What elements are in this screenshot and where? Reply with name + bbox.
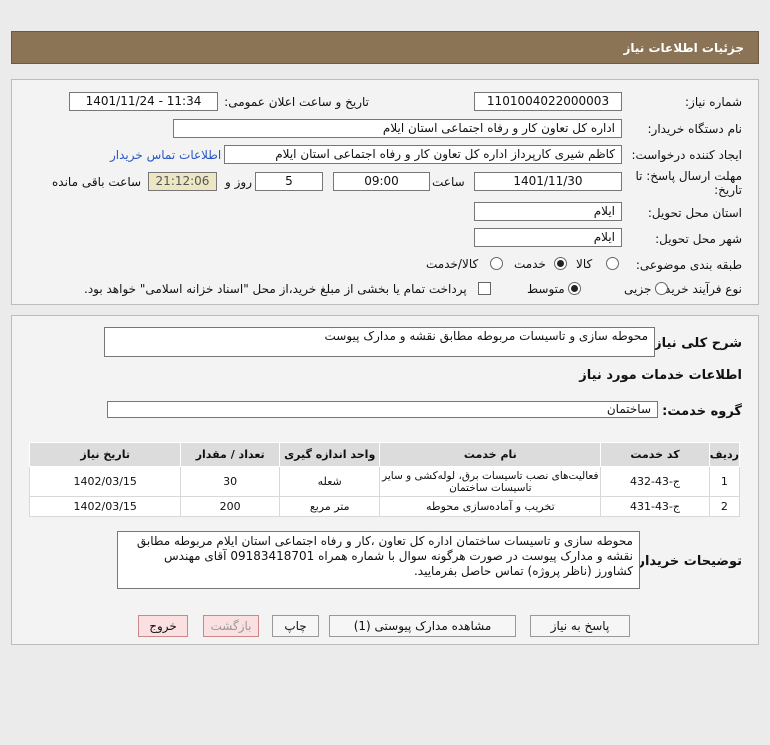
buyer-notes-field: محوطه سازی و تاسیسات ساختمان اداره کل تع… xyxy=(117,531,640,589)
col-need-date: تاریخ نیاز xyxy=(28,442,182,467)
services-section-title: اطلاعات خدمات مورد نیاز xyxy=(579,368,742,383)
buyer-org-label: نام دستگاه خریدار: xyxy=(647,122,743,136)
page-header: جزئیات اطلاعات نیاز xyxy=(11,31,759,64)
col-unit: واحد اندازه گیری xyxy=(278,442,381,467)
col-service-name: نام خدمت xyxy=(379,442,602,467)
summary-field: محوطه سازی و تاسیسات مربوطه مطابق نقشه و… xyxy=(104,327,655,357)
col-row-number: ردیف xyxy=(708,442,741,467)
requester-field: کاظم شیری کارپرداز اداره کل تعاون کار و … xyxy=(224,145,622,164)
category-goods-service-radio[interactable] xyxy=(490,257,503,270)
summary-label: شرح کلی نیاز: xyxy=(648,336,742,351)
category-service-label: خدمت xyxy=(514,257,546,271)
cell-quantity: 30 xyxy=(180,466,280,497)
contact-buyer-link[interactable]: اطلاعات تماس خریدار xyxy=(110,148,221,162)
table-row: 2 ج-43-431 تخریب و آماده‌سازی محوطه متر … xyxy=(28,496,741,517)
buyer-notes-label: توضیحات خریدار: xyxy=(632,554,742,569)
cell-service-name: تخریب و آماده‌سازی محوطه xyxy=(379,496,602,517)
col-quantity: تعداد / مقدار xyxy=(180,442,280,467)
need-number-label: شماره نیاز: xyxy=(685,95,742,109)
deadline-label-date: تاریخ: xyxy=(714,183,742,197)
deadline-date-field: 1401/11/30 xyxy=(474,172,622,191)
service-group-label: گروه خدمت: xyxy=(662,404,742,419)
category-goods-service-label: کالا/خدمت xyxy=(426,257,479,271)
category-service-radio[interactable] xyxy=(554,257,567,270)
page-title: جزئیات اطلاعات نیاز xyxy=(623,41,744,55)
process-medium-radio[interactable] xyxy=(568,282,581,295)
cell-service-code: ج-43-431 xyxy=(600,496,710,517)
process-medium-label: متوسط xyxy=(527,282,565,296)
back-button[interactable]: بازگشت xyxy=(203,615,259,637)
cell-service-code: ج-43-432 xyxy=(600,466,710,497)
reply-button[interactable]: پاسخ به نیاز xyxy=(530,615,630,637)
print-button[interactable]: چاپ xyxy=(272,615,319,637)
category-goods-label: کالا xyxy=(576,257,593,271)
category-goods-radio[interactable] xyxy=(606,257,619,270)
table-row: 1 ج-43-432 فعالیت‌های نصب تاسیسات برق، ل… xyxy=(28,466,741,497)
treasury-payment-checkbox[interactable] xyxy=(478,282,491,295)
need-number-field: 1101004022000003 xyxy=(474,92,622,111)
cell-quantity: 200 xyxy=(180,496,280,517)
cell-unit: متر مربع xyxy=(278,496,381,517)
process-minor-label: جزیی xyxy=(624,282,652,296)
category-label: طبقه بندی موضوعی: xyxy=(635,258,742,272)
days-field: 5 xyxy=(255,172,323,191)
buyer-org-field: اداره کل تعاون کار و رفاه اجتماعی استان … xyxy=(173,119,622,138)
announce-label: تاریخ و ساعت اعلان عمومی: xyxy=(224,95,369,109)
treasury-payment-note: پرداخت تمام یا بخشی از مبلغ خرید،از محل … xyxy=(84,282,467,296)
table-header-row: ردیف کد خدمت نام خدمت واحد اندازه گیری ت… xyxy=(28,442,741,467)
remaining-time-field: 21:12:06 xyxy=(148,172,217,191)
province-field: ایلام xyxy=(474,202,622,221)
province-label: استان محل تحویل: xyxy=(647,206,742,220)
view-attachments-button[interactable]: مشاهده مدارک پیوستی (1) xyxy=(329,615,516,637)
remaining-label: ساعت باقی مانده xyxy=(52,175,142,189)
service-group-field: ساختمان xyxy=(107,401,658,418)
city-label: شهر محل تحویل: xyxy=(655,232,742,246)
process-label: نوع فرآیند خرید : xyxy=(657,282,742,296)
cell-need-date: 1402/03/15 xyxy=(28,496,182,517)
requester-label: ایجاد کننده درخواست: xyxy=(631,148,742,162)
process-minor-radio[interactable] xyxy=(655,282,668,295)
cell-service-name: فعالیت‌های نصب تاسیسات برق، لوله‌کشی و س… xyxy=(379,466,602,497)
deadline-time-field: 09:00 xyxy=(333,172,430,191)
cell-row-number: 1 xyxy=(708,466,741,497)
exit-button[interactable]: خروج xyxy=(138,615,188,637)
services-table: ردیف کد خدمت نام خدمت واحد اندازه گیری ت… xyxy=(28,442,741,517)
col-service-code: کد خدمت xyxy=(600,442,710,467)
cell-row-number: 2 xyxy=(708,496,741,517)
days-label: روز و xyxy=(225,175,252,189)
cell-need-date: 1402/03/15 xyxy=(28,466,182,497)
time-label: ساعت xyxy=(432,175,465,189)
deadline-label: مهلت ارسال پاسخ: تا xyxy=(635,169,742,183)
city-field: ایلام xyxy=(474,228,622,247)
cell-unit: شعله xyxy=(278,466,381,497)
announce-field: 1401/11/24 - 11:34 xyxy=(69,92,218,111)
